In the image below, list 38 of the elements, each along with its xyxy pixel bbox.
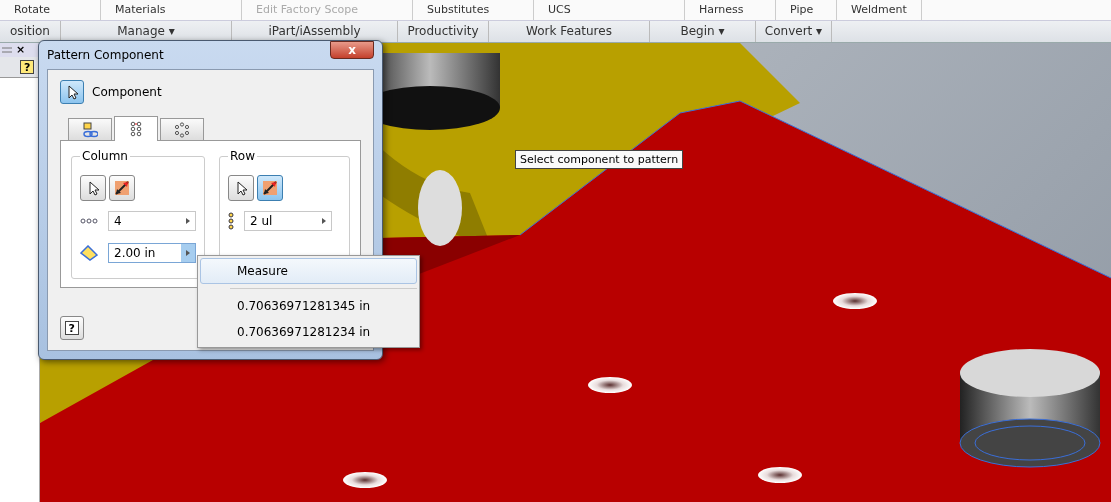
component-label: Component xyxy=(92,85,162,99)
dot-grid-icon xyxy=(128,121,144,137)
spacing-field[interactable]: 2.00 in xyxy=(108,243,196,263)
menu-item[interactable]: Measure xyxy=(200,258,417,284)
flip-direction-icon xyxy=(261,179,279,197)
menu-arrow-icon[interactable] xyxy=(186,250,190,256)
dots-vertical-icon xyxy=(228,212,234,230)
pattern-type-tab[interactable] xyxy=(160,118,204,140)
count-field[interactable]: 2 ul xyxy=(244,211,332,231)
spacing-icon xyxy=(80,245,98,261)
flip-button[interactable] xyxy=(257,175,283,201)
dialog-title: Pattern Component xyxy=(47,48,164,62)
menu-item[interactable]: 0.70636971281345 in xyxy=(200,293,417,319)
menu-item[interactable]: 0.70636971281234 in xyxy=(200,319,417,345)
help-button[interactable]: ? xyxy=(60,316,84,340)
menu-arrow-icon[interactable] xyxy=(186,218,190,224)
flip-button[interactable] xyxy=(109,175,135,201)
part-chain-icon xyxy=(82,121,98,138)
count-field[interactable]: 4 xyxy=(108,211,196,231)
grip-icon xyxy=(2,47,12,53)
group-title: Row xyxy=(229,149,256,163)
group-title: Column xyxy=(81,149,129,163)
direction-select-button[interactable] xyxy=(80,175,106,201)
pattern-type-tab[interactable] xyxy=(114,116,158,141)
ribbon-panel-title: Productivity xyxy=(398,21,489,42)
tooltip-text: Select component to pattern xyxy=(520,153,679,166)
dot-circle-icon xyxy=(174,121,190,138)
dots-horizontal-icon xyxy=(80,218,98,224)
ribbon-panel-title[interactable]: Begin ▾ xyxy=(650,21,756,42)
pattern-type-tab[interactable] xyxy=(68,118,112,140)
help-icon: ? xyxy=(65,321,79,335)
ribbon-panel-title[interactable]: Convert ▾ xyxy=(756,21,832,42)
ribbon-panel-title: Work Features xyxy=(489,21,650,42)
direction-select-button[interactable] xyxy=(228,175,254,201)
menu-arrow-icon[interactable] xyxy=(322,218,326,224)
flip-direction-icon xyxy=(113,179,131,197)
help-icon[interactable]: ? xyxy=(20,60,34,74)
component-select-button[interactable] xyxy=(60,80,84,104)
